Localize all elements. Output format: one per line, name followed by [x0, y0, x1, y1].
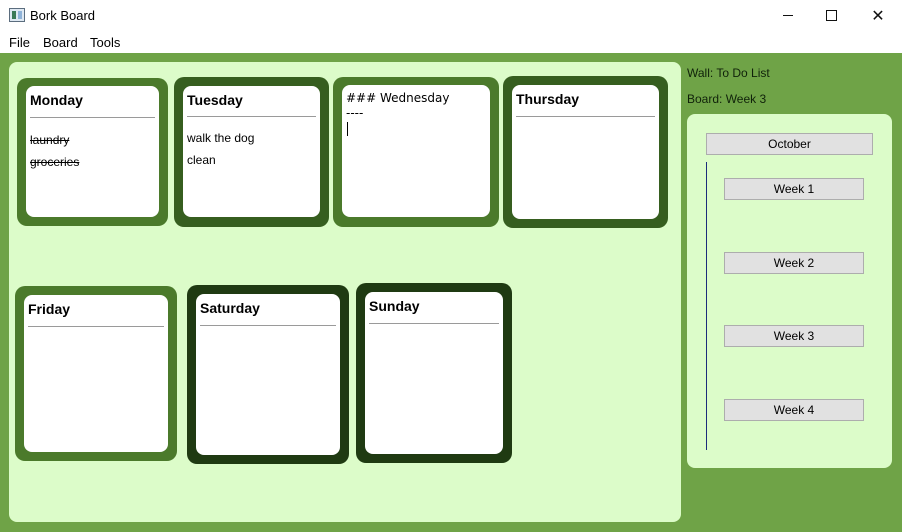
task-item[interactable]: laundry [30, 133, 69, 147]
board-label: Board: Week 3 [687, 92, 767, 106]
menu-file[interactable]: File [9, 35, 30, 50]
menu-bar: File Board Tools [0, 31, 902, 53]
editor-line: ### Wednesday [346, 91, 450, 105]
card-monday[interactable]: Monday laundry groceries [17, 78, 168, 226]
card-body: Tuesday walk the dog clean [183, 86, 320, 217]
task-item[interactable]: clean [187, 153, 216, 167]
menu-board[interactable]: Board [43, 35, 78, 50]
title-divider [369, 323, 499, 324]
minimize-button[interactable] [765, 0, 811, 31]
card-body: Thursday [512, 85, 659, 219]
task-item[interactable]: walk the dog [187, 131, 254, 145]
title-divider [28, 326, 164, 327]
card-wednesday[interactable]: ### Wednesday ---- [333, 77, 499, 227]
editor-line: ---- [346, 106, 364, 120]
card-saturday[interactable]: Saturday [187, 285, 349, 464]
card-title: Friday [28, 301, 71, 317]
window-title: Bork Board [30, 8, 96, 23]
task-item[interactable]: groceries [30, 155, 79, 169]
card-editor[interactable]: ### Wednesday ---- [342, 85, 490, 217]
card-sunday[interactable]: Sunday [356, 283, 512, 463]
title-bar: Bork Board ✕ [0, 0, 902, 31]
title-divider [187, 116, 316, 117]
menu-tools[interactable]: Tools [90, 35, 120, 50]
maximize-button[interactable] [808, 0, 854, 31]
wall-label: Wall: To Do List [687, 66, 770, 80]
week-button[interactable]: Week 4 [724, 399, 864, 421]
close-icon: ✕ [871, 6, 885, 25]
card-title: Monday [30, 92, 83, 108]
month-button[interactable]: October [706, 133, 873, 155]
title-divider [30, 117, 155, 118]
text-caret [347, 122, 348, 136]
week-button[interactable]: Week 1 [724, 178, 864, 200]
tree-connector [706, 162, 707, 450]
week-button[interactable]: Week 3 [724, 325, 864, 347]
card-body: Friday [24, 295, 168, 452]
card-body: Saturday [196, 294, 340, 455]
card-title: Tuesday [187, 92, 243, 108]
minimize-icon [783, 15, 793, 16]
card-body: Sunday [365, 292, 503, 454]
card-body: Monday laundry groceries [26, 86, 159, 217]
card-title: Thursday [516, 91, 580, 107]
card-title: Sunday [369, 298, 420, 314]
maximize-icon [825, 10, 837, 21]
close-button[interactable]: ✕ [855, 0, 901, 31]
week-button[interactable]: Week 2 [724, 252, 864, 274]
card-thursday[interactable]: Thursday [503, 76, 668, 228]
title-divider [200, 325, 336, 326]
card-tuesday[interactable]: Tuesday walk the dog clean [174, 77, 329, 227]
app-window-icon [9, 8, 25, 22]
card-title: Saturday [200, 300, 260, 316]
title-divider [516, 116, 655, 117]
card-friday[interactable]: Friday [15, 286, 177, 461]
